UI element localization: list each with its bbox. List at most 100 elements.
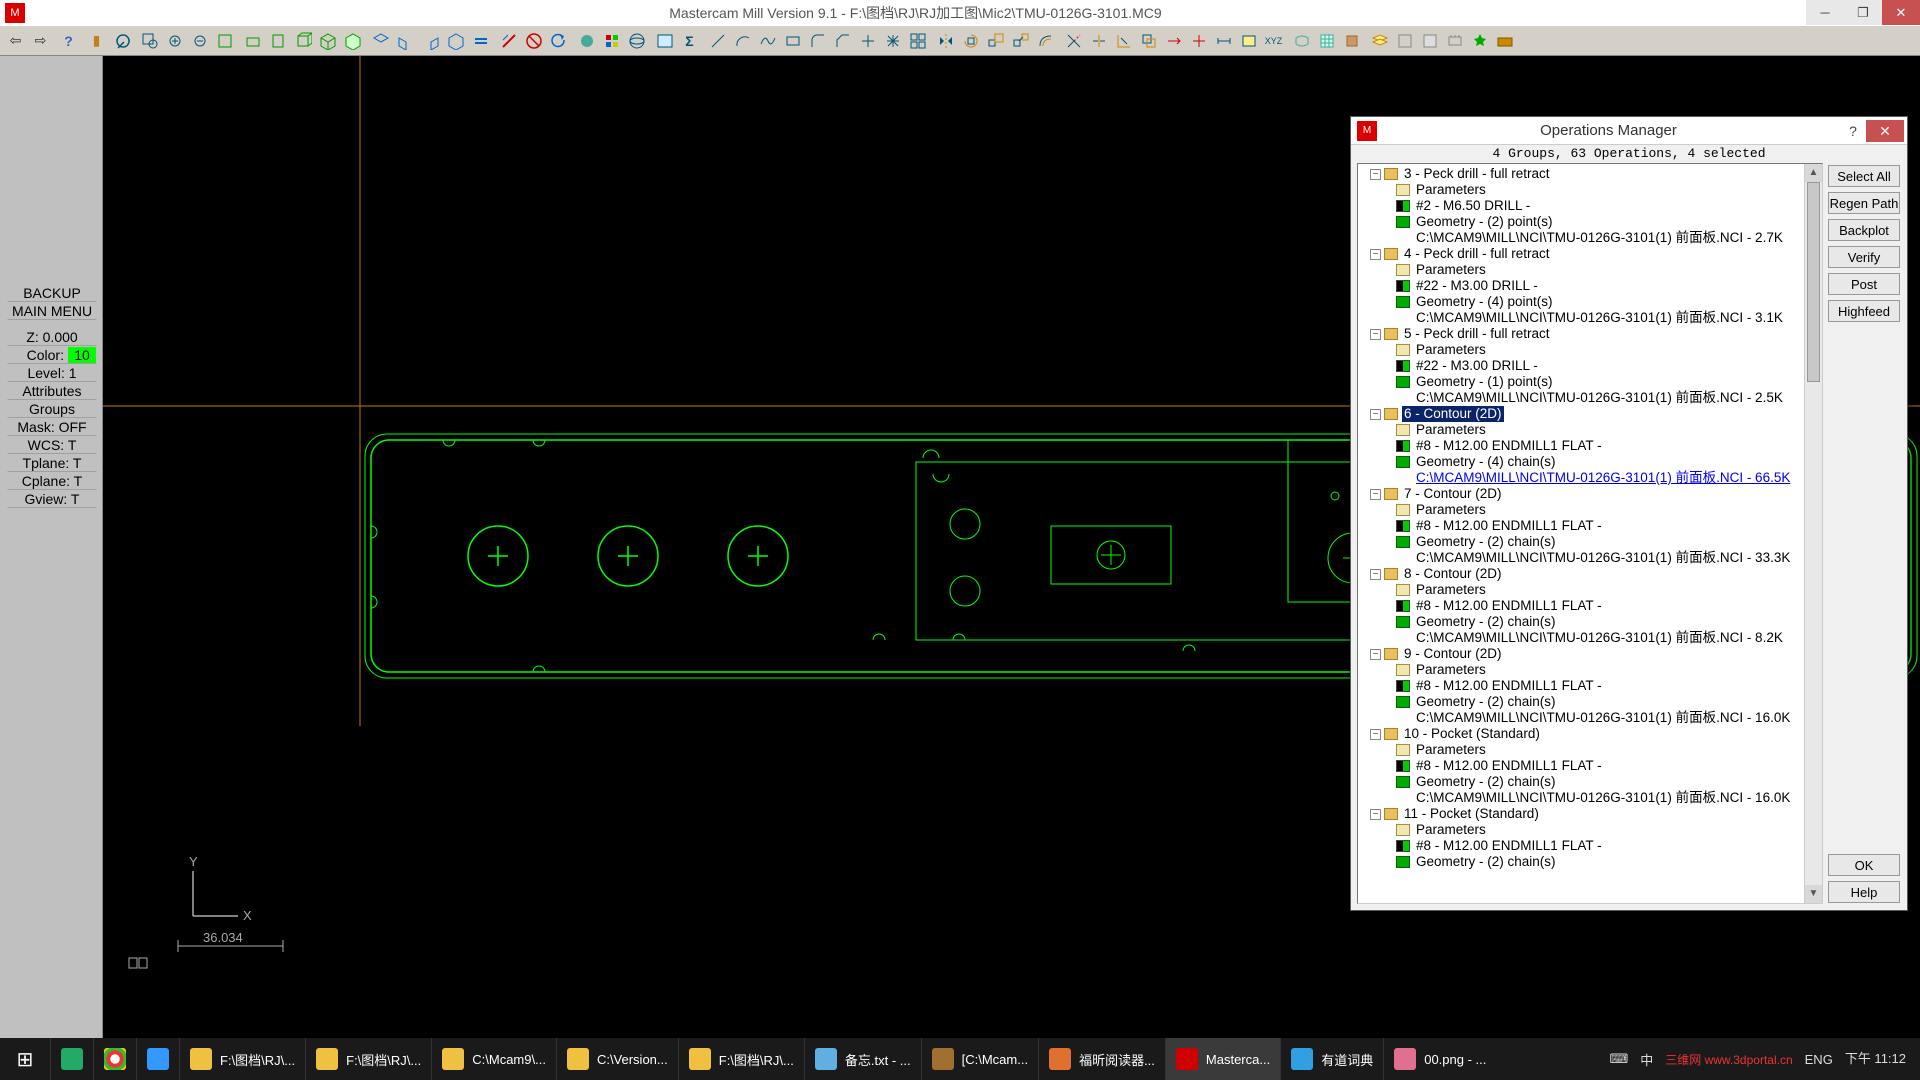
toolpath-ops-button[interactable]: [652, 28, 677, 53]
tray-ime[interactable]: ENG: [1805, 1052, 1833, 1067]
op-geometry[interactable]: Geometry - (4) chain(s): [1358, 454, 1822, 470]
create-rect-button[interactable]: [780, 28, 805, 53]
op-node[interactable]: −8 - Contour (2D): [1358, 566, 1822, 582]
op-params[interactable]: Parameters: [1358, 342, 1822, 358]
create-arc-button[interactable]: [730, 28, 755, 53]
create-line-button[interactable]: [705, 28, 730, 53]
color-button[interactable]: Color: 10: [7, 346, 97, 364]
mask-button[interactable]: Mask: OFF: [7, 418, 97, 436]
break-button[interactable]: [1111, 28, 1136, 53]
gview-iso-button[interactable]: [315, 28, 340, 53]
gview-top-button[interactable]: [240, 28, 265, 53]
xform-rotate-button[interactable]: [958, 28, 983, 53]
create-spline-button[interactable]: [755, 28, 780, 53]
xform-scale-button[interactable]: [983, 28, 1008, 53]
tray-lang[interactable]: 中: [1640, 1050, 1653, 1069]
cplane-equals-button[interactable]: [468, 28, 493, 53]
z-depth-button[interactable]: Z: 0.000: [7, 328, 97, 346]
analyze-button[interactable]: [112, 28, 137, 53]
taskbar-item[interactable]: [C:\Mcam...: [921, 1038, 1038, 1080]
cplane-3d-button[interactable]: [443, 28, 468, 53]
op-tool[interactable]: #8 - M12.00 ENDMILL1 FLAT -: [1358, 678, 1822, 694]
start-button[interactable]: ⊞: [0, 1038, 50, 1080]
taskbar-app[interactable]: [136, 1038, 179, 1080]
back-button[interactable]: ⇦: [3, 28, 28, 53]
op-params[interactable]: Parameters: [1358, 822, 1822, 838]
trim-button[interactable]: [1061, 28, 1086, 53]
backup-button[interactable]: BACKUP: [7, 284, 97, 302]
create-fillet-button[interactable]: [805, 28, 830, 53]
op-tool[interactable]: #8 - M12.00 ENDMILL1 FLAT -: [1358, 598, 1822, 614]
op-params[interactable]: Parameters: [1358, 422, 1822, 438]
op-geometry[interactable]: Geometry - (2) chain(s): [1358, 614, 1822, 630]
forward-button[interactable]: ⇨: [28, 28, 53, 53]
op-node[interactable]: −6 - Contour (2D): [1358, 406, 1822, 422]
zoom-prev-button[interactable]: [187, 28, 212, 53]
zoom-window-button[interactable]: [137, 28, 162, 53]
op-node[interactable]: −10 - Pocket (Standard): [1358, 726, 1822, 742]
op-tool[interactable]: #8 - M12.00 ENDMILL1 FLAT -: [1358, 518, 1822, 534]
wcs-button[interactable]: WCS: T: [7, 436, 97, 454]
op-params[interactable]: Parameters: [1358, 662, 1822, 678]
taskbar-item[interactable]: C:\Version...: [556, 1038, 678, 1080]
op-tool[interactable]: #22 - M3.00 DRILL -: [1358, 358, 1822, 374]
op-node[interactable]: −3 - Peck drill - full retract: [1358, 166, 1822, 182]
op-tool[interactable]: #22 - M3.00 DRILL -: [1358, 278, 1822, 294]
restore-button[interactable]: ❐: [1844, 0, 1882, 25]
op-tool[interactable]: #8 - M12.00 ENDMILL1 FLAT -: [1358, 438, 1822, 454]
backplot-button[interactable]: Backplot: [1828, 219, 1900, 241]
xyz-button[interactable]: XYZ: [1261, 28, 1286, 53]
surface2-button[interactable]: [1314, 28, 1339, 53]
repaint-button[interactable]: [212, 28, 237, 53]
op-node[interactable]: −5 - Peck drill - full retract: [1358, 326, 1822, 342]
dimension-button[interactable]: [1211, 28, 1236, 53]
xform-offset-button[interactable]: [1033, 28, 1058, 53]
gview-side-button2[interactable]: Gview: T: [7, 490, 97, 508]
taskbar-item[interactable]: 有道词典: [1280, 1038, 1383, 1080]
op-geometry[interactable]: Geometry - (2) chain(s): [1358, 854, 1822, 870]
op-geometry[interactable]: Geometry - (2) chain(s): [1358, 694, 1822, 710]
system-tray[interactable]: ⌨ 中 三维网 www.3dportal.cn ENG 下午 11:12: [1595, 1050, 1920, 1069]
customize-button[interactable]: [1467, 28, 1492, 53]
grid-button[interactable]: [1392, 28, 1417, 53]
op-nci[interactable]: C:\MCAM9\MILL\NCI\TMU-0126G-3101(1) 前面板.…: [1358, 710, 1822, 726]
surface-button[interactable]: [1289, 28, 1314, 53]
op-nci[interactable]: C:\MCAM9\MILL\NCI\TMU-0126G-3101(1) 前面板.…: [1358, 310, 1822, 326]
groups-button[interactable]: Groups: [7, 400, 97, 418]
undelete-button[interactable]: [521, 28, 546, 53]
taskbar-item[interactable]: F:\图档\RJ\...: [305, 1038, 431, 1080]
drafting-button[interactable]: [1236, 28, 1261, 53]
create-ellipse-button[interactable]: [880, 28, 905, 53]
tray-clock[interactable]: 下午 11:12: [1845, 1051, 1906, 1067]
taskbar-item[interactable]: Masterca...: [1165, 1038, 1280, 1080]
shade-button[interactable]: [574, 28, 599, 53]
delete-button[interactable]: [496, 28, 521, 53]
scroll-thumb[interactable]: [1807, 182, 1820, 382]
attributes-button[interactable]: Attributes: [7, 382, 97, 400]
op-params[interactable]: Parameters: [1358, 582, 1822, 598]
cplane-side-button[interactable]: [418, 28, 443, 53]
cplane-front-button[interactable]: [393, 28, 418, 53]
clear-colors-button[interactable]: [599, 28, 624, 53]
taskbar-search[interactable]: [50, 1038, 93, 1080]
gview-side-button[interactable]: [290, 28, 315, 53]
op-params[interactable]: Parameters: [1358, 742, 1822, 758]
op-geometry[interactable]: Geometry - (2) chain(s): [1358, 774, 1822, 790]
extend-button[interactable]: [1136, 28, 1161, 53]
trim2-button[interactable]: [1086, 28, 1111, 53]
op-geometry[interactable]: Geometry - (1) point(s): [1358, 374, 1822, 390]
op-params[interactable]: Parameters: [1358, 182, 1822, 198]
main-menu-button[interactable]: MAIN MENU: [7, 302, 97, 320]
statistics-button[interactable]: Σ: [677, 28, 702, 53]
config-button[interactable]: [1442, 28, 1467, 53]
minimize-button[interactable]: ─: [1806, 0, 1844, 25]
op-nci[interactable]: C:\MCAM9\MILL\NCI\TMU-0126G-3101(1) 前面板.…: [1358, 230, 1822, 246]
modify-button[interactable]: [1161, 28, 1186, 53]
modify2-button[interactable]: [1186, 28, 1211, 53]
xform-mirror-button[interactable]: [933, 28, 958, 53]
op-node[interactable]: −4 - Peck drill - full retract: [1358, 246, 1822, 262]
op-node[interactable]: −7 - Contour (2D): [1358, 486, 1822, 502]
op-geometry[interactable]: Geometry - (2) chain(s): [1358, 534, 1822, 550]
taskbar-item[interactable]: 00.png - ...: [1383, 1038, 1496, 1080]
op-geometry[interactable]: Geometry - (2) point(s): [1358, 214, 1822, 230]
